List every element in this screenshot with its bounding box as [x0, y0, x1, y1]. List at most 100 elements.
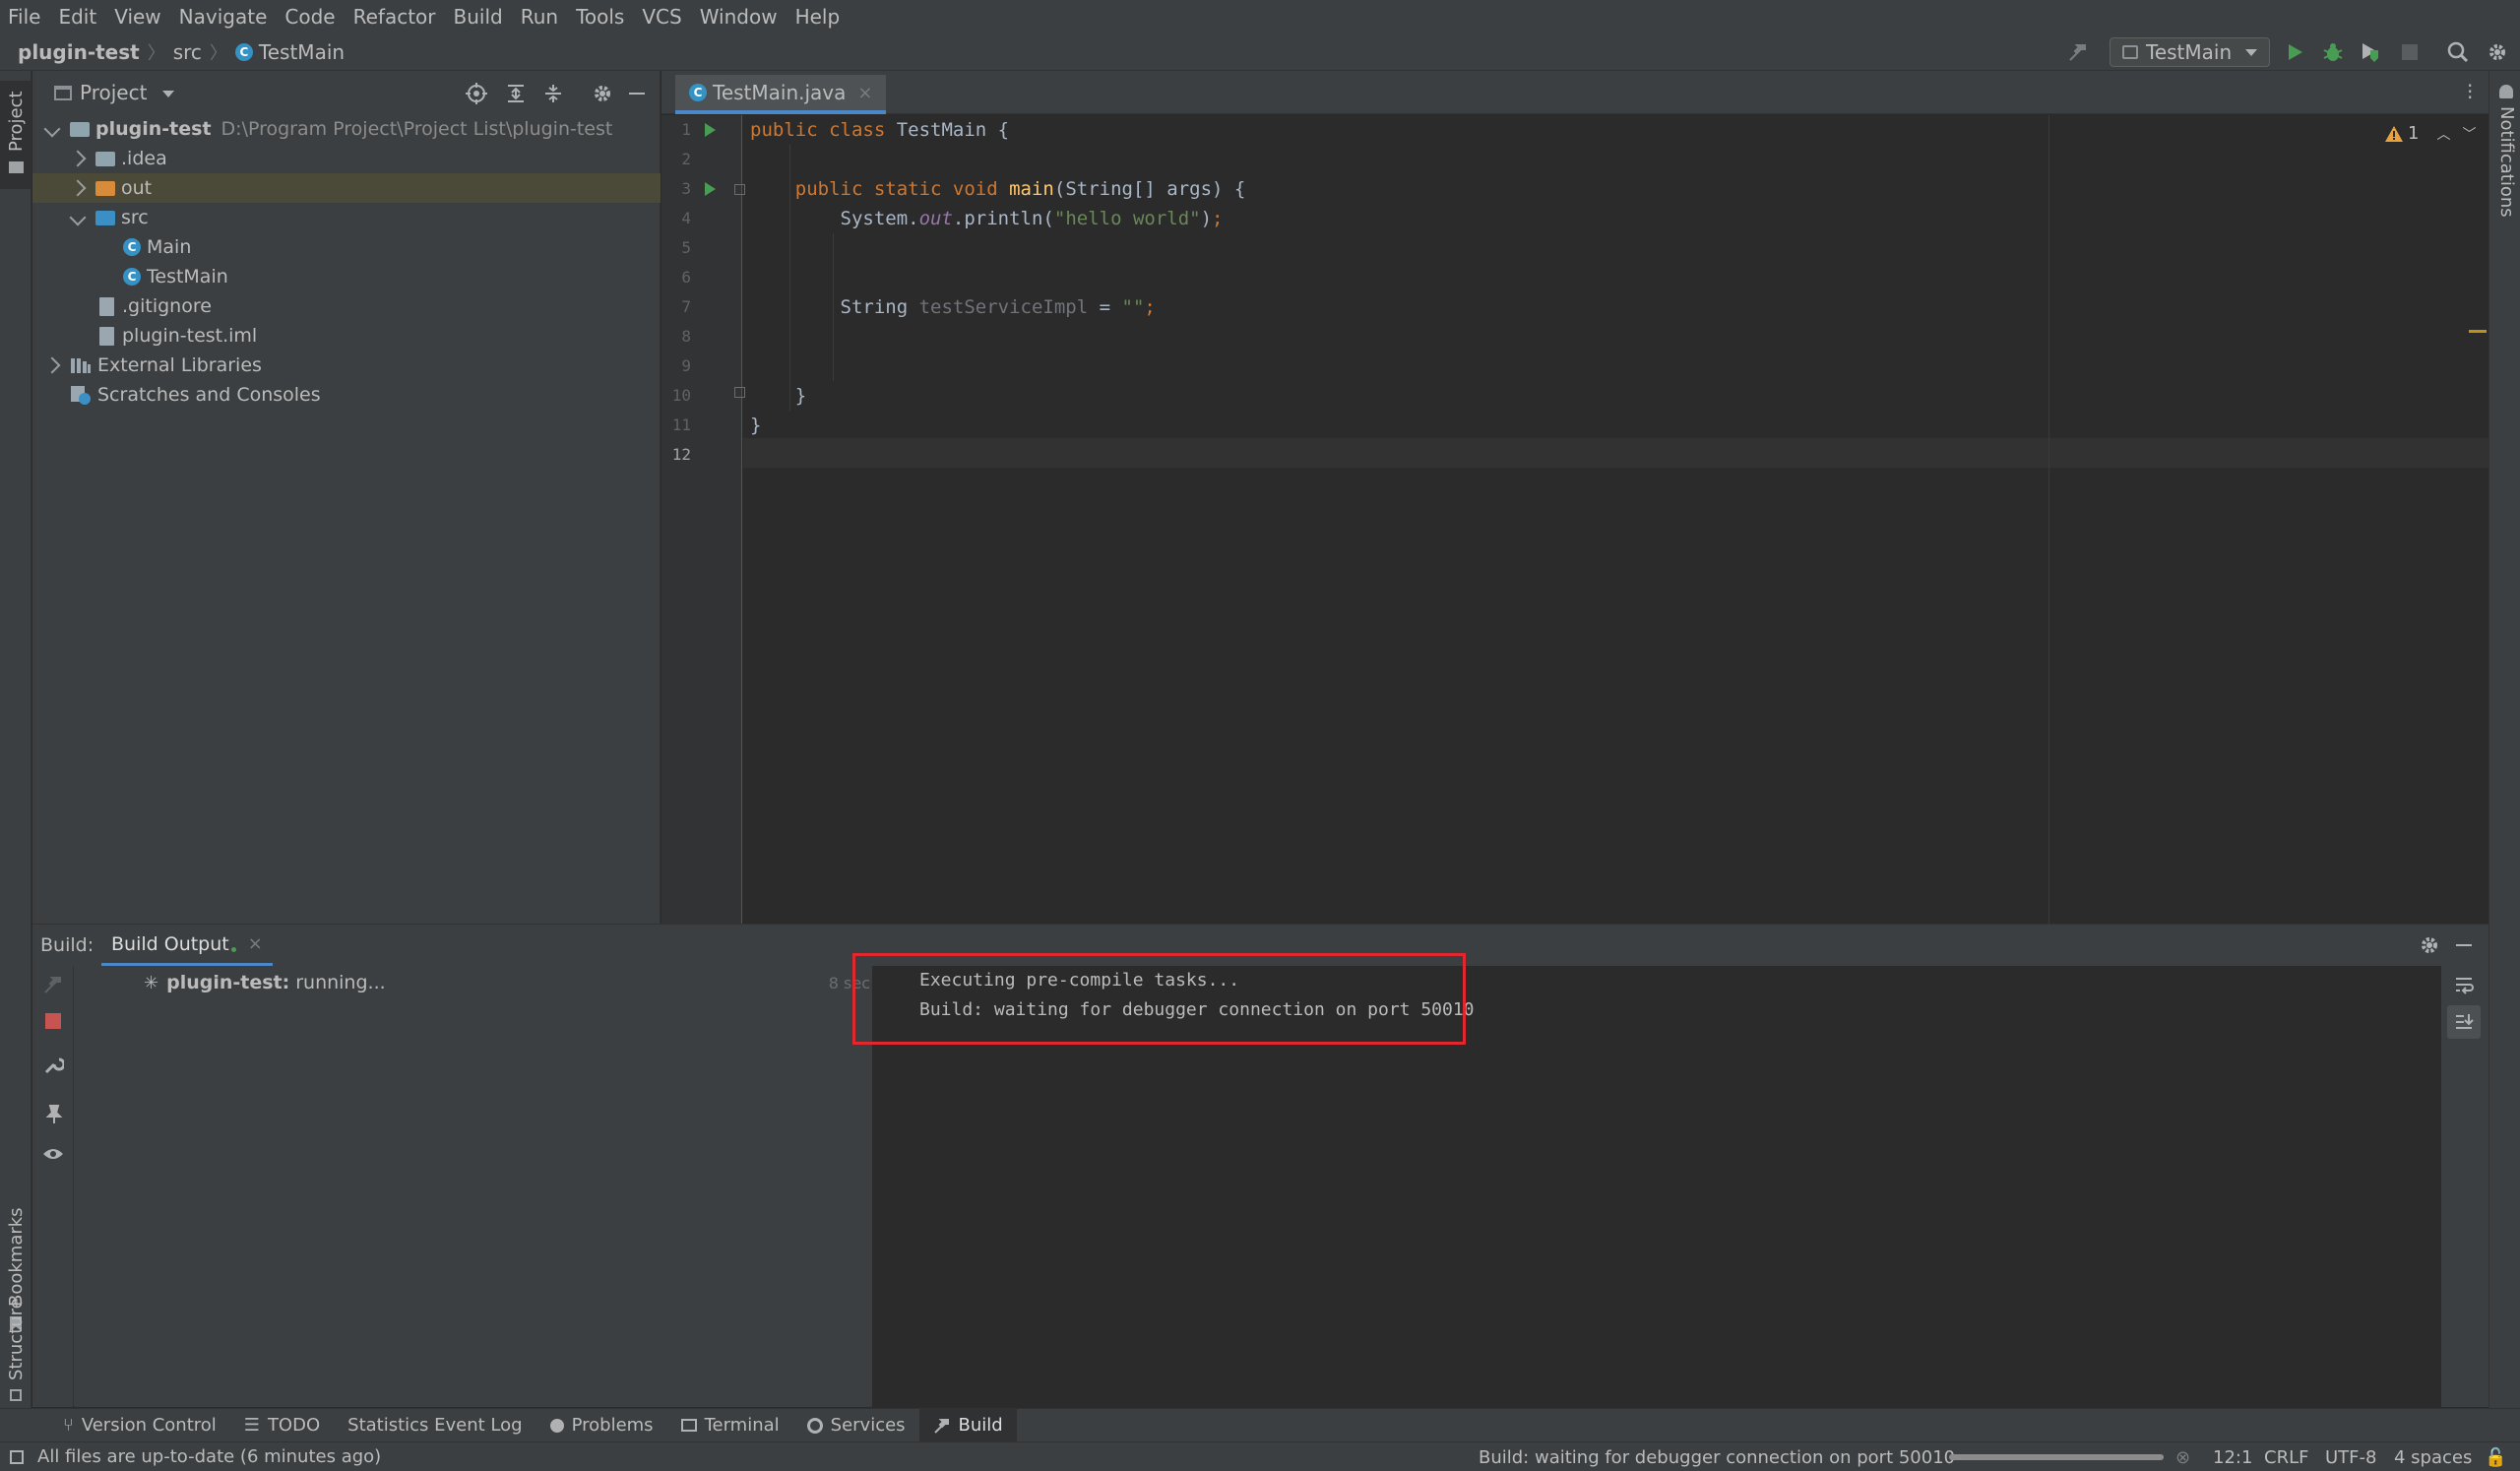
cancel-progress-icon[interactable]: ⊗	[2175, 1442, 2190, 1471]
indent-setting[interactable]: 4 spaces	[2394, 1442, 2472, 1471]
eye-icon[interactable]	[42, 1143, 64, 1165]
file-encoding[interactable]: UTF-8	[2325, 1442, 2376, 1471]
run-gutter-icon[interactable]	[705, 123, 716, 137]
chevron-up-icon[interactable]: ︿	[2436, 124, 2450, 144]
tree-item-src[interactable]: src	[32, 203, 661, 232]
bell-icon	[2499, 85, 2513, 98]
minimize-icon[interactable]	[2456, 944, 2472, 946]
menu-run[interactable]: Run	[521, 5, 570, 29]
tool-tab-label: Services	[831, 1415, 906, 1436]
wrench-icon[interactable]	[42, 1055, 64, 1076]
menu-edit[interactable]: Edit	[58, 5, 108, 29]
debug-icon[interactable]	[2321, 40, 2345, 64]
line-number: 9	[662, 356, 691, 375]
build-hammer-icon[interactable]	[2067, 41, 2089, 63]
status-message-left[interactable]: All files are up-to-date (6 minutes ago)	[37, 1446, 381, 1467]
tab-build[interactable]: Build	[919, 1409, 1017, 1442]
tree-item-iml[interactable]: plugin-test.iml	[32, 321, 661, 351]
breadcrumb: plugin-test 〉 src 〉 C TestMain	[18, 33, 345, 71]
chevron-down-icon[interactable]	[162, 91, 174, 97]
menu-view[interactable]: View	[114, 5, 172, 29]
tree-item-main[interactable]: C Main	[32, 232, 661, 262]
expand-all-icon[interactable]	[505, 83, 527, 104]
tree-item-testmain[interactable]: C TestMain	[32, 262, 661, 291]
list-icon: ☰	[244, 1415, 260, 1436]
project-tool-button[interactable]: Project	[0, 81, 32, 189]
lock-icon[interactable]: 🔓	[2485, 1442, 2506, 1471]
problems-icon	[550, 1419, 564, 1433]
inspection-widget[interactable]: 1 ︿ ﹀	[2384, 123, 2476, 144]
highlight-annotation-box	[852, 953, 1466, 1045]
run-icon[interactable]	[2284, 41, 2305, 63]
line-separator[interactable]: CRLF	[2264, 1442, 2308, 1471]
stop-icon[interactable]	[45, 1013, 61, 1029]
tree-item-scratches[interactable]: Scratches and Consoles	[32, 380, 661, 410]
menu-vcs[interactable]: VCS	[642, 5, 693, 29]
tab-terminal[interactable]: Terminal	[667, 1409, 793, 1442]
breadcrumb-file[interactable]: TestMain	[259, 40, 345, 64]
settings-gear-icon[interactable]	[2487, 41, 2508, 63]
tree-item-external-libraries[interactable]: External Libraries	[32, 351, 661, 380]
menu-help[interactable]: Help	[795, 5, 852, 29]
editor-tab-testmain[interactable]: C TestMain.java ×	[675, 75, 886, 114]
settings-gear-icon[interactable]	[592, 83, 613, 104]
tab-services[interactable]: Services	[793, 1409, 919, 1442]
search-icon[interactable]	[2447, 41, 2469, 63]
line-number: 4	[662, 209, 691, 227]
chevron-down-icon[interactable]: ﹀	[2462, 124, 2476, 144]
tab-version-control[interactable]: ⑂ Version Control	[49, 1409, 230, 1442]
tab-todo[interactable]: ☰ TODO	[230, 1409, 334, 1442]
warning-stripe-marker[interactable]	[2469, 330, 2487, 333]
menu-window[interactable]: Window	[700, 5, 789, 29]
branch-icon: ⑂	[63, 1415, 74, 1436]
notifications-tool-button[interactable]: Notifications	[2489, 81, 2520, 248]
layout-toggle-icon[interactable]	[10, 1450, 24, 1464]
project-tool-label: Project	[6, 91, 27, 152]
menu-refactor[interactable]: Refactor	[353, 5, 448, 29]
caret-position[interactable]: 12:1	[2213, 1442, 2252, 1471]
stop-icon[interactable]	[2402, 44, 2418, 60]
tool-window-bar: ⑂ Version Control ☰ TODO Statistics Even…	[0, 1408, 2520, 1441]
menu-file[interactable]: File	[8, 5, 52, 29]
tab-statistics-event-log[interactable]: Statistics Event Log	[334, 1409, 536, 1442]
build-task-row[interactable]: ✳ plugin-test: running... 8 sec	[75, 968, 872, 997]
code-editor[interactable]: 1 2 3 4 5 6 7 8 9 10 11 12 public class …	[662, 115, 2488, 924]
running-indicator-icon	[231, 947, 236, 952]
tool-tab-label: Statistics Event Log	[347, 1415, 522, 1436]
scroll-to-end-button[interactable]	[2447, 1005, 2481, 1039]
collapse-all-icon[interactable]	[542, 83, 564, 104]
menu-tools[interactable]: Tools	[576, 5, 636, 29]
tree-item-idea[interactable]: .idea	[32, 144, 661, 173]
java-class-icon: C	[235, 43, 253, 61]
breadcrumb-project[interactable]: plugin-test	[18, 40, 140, 64]
pin-icon[interactable]	[42, 1104, 64, 1125]
locate-target-icon[interactable]	[466, 83, 487, 104]
structure-tool-button[interactable]: Structure	[0, 1287, 32, 1405]
status-build-message[interactable]: Build: waiting for debugger connection o…	[1479, 1442, 1955, 1471]
line-number: 10	[662, 386, 691, 405]
run-with-coverage-icon[interactable]	[2359, 40, 2382, 64]
fold-icon[interactable]	[734, 387, 745, 398]
close-icon[interactable]: ×	[857, 83, 872, 103]
tree-item-out[interactable]: out	[32, 173, 661, 203]
run-configuration-selector[interactable]: TestMain	[2110, 37, 2270, 67]
editor-tab-label: TestMain.java	[713, 81, 846, 104]
close-icon[interactable]: ×	[248, 933, 263, 954]
project-panel-title[interactable]: Project	[80, 81, 147, 104]
minimize-icon[interactable]	[629, 93, 645, 95]
fold-icon[interactable]	[734, 184, 745, 195]
rebuild-hammer-icon[interactable]	[42, 974, 64, 995]
menu-code[interactable]: Code	[284, 5, 346, 29]
menu-build[interactable]: Build	[454, 5, 515, 29]
breadcrumb-folder[interactable]: src	[173, 40, 202, 64]
soft-wrap-icon[interactable]	[2453, 974, 2475, 995]
run-gutter-icon[interactable]	[705, 182, 716, 196]
tab-problems[interactable]: Problems	[536, 1409, 667, 1442]
tree-item-plugin-test[interactable]: plugin-test D:\Program Project\Project L…	[32, 114, 661, 144]
tree-item-gitignore[interactable]: .gitignore	[32, 291, 661, 321]
settings-gear-icon[interactable]	[2419, 934, 2440, 956]
module-folder-icon	[70, 122, 90, 137]
tab-build-output[interactable]: Build Output ×	[101, 925, 273, 966]
more-options-icon[interactable]: ···	[2467, 83, 2473, 100]
menu-navigate[interactable]: Navigate	[179, 5, 280, 29]
